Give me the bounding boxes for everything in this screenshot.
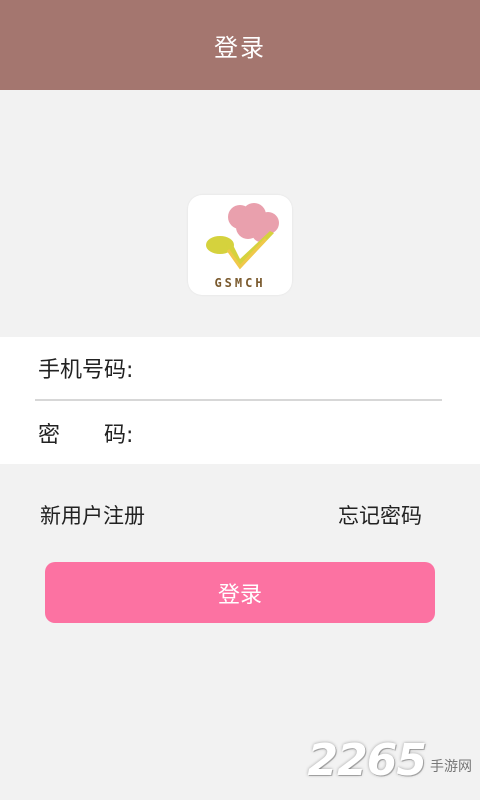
register-link[interactable]: 新用户注册 (40, 500, 145, 530)
logo-text: GSMCH (214, 276, 266, 290)
forgot-password-link[interactable]: 忘记密码 (338, 500, 422, 530)
form-divider (35, 399, 442, 401)
phone-input[interactable] (155, 347, 449, 389)
watermark-text: 手游网 (430, 759, 472, 775)
watermark-number: 2265 (307, 735, 427, 786)
password-row: 密 码: (0, 402, 480, 464)
page-title: 登录 (214, 33, 266, 62)
phone-label: 手机号码: (38, 358, 134, 383)
password-label: 密 码: (38, 423, 134, 448)
watermark: 2265 手游网 (308, 735, 472, 786)
login-button[interactable]: 登录 (45, 562, 435, 623)
password-input[interactable] (155, 412, 449, 454)
title-bar: 登录 (0, 0, 480, 90)
login-form: 手机号码: 密 码: (0, 337, 480, 464)
phone-row: 手机号码: (0, 337, 480, 399)
